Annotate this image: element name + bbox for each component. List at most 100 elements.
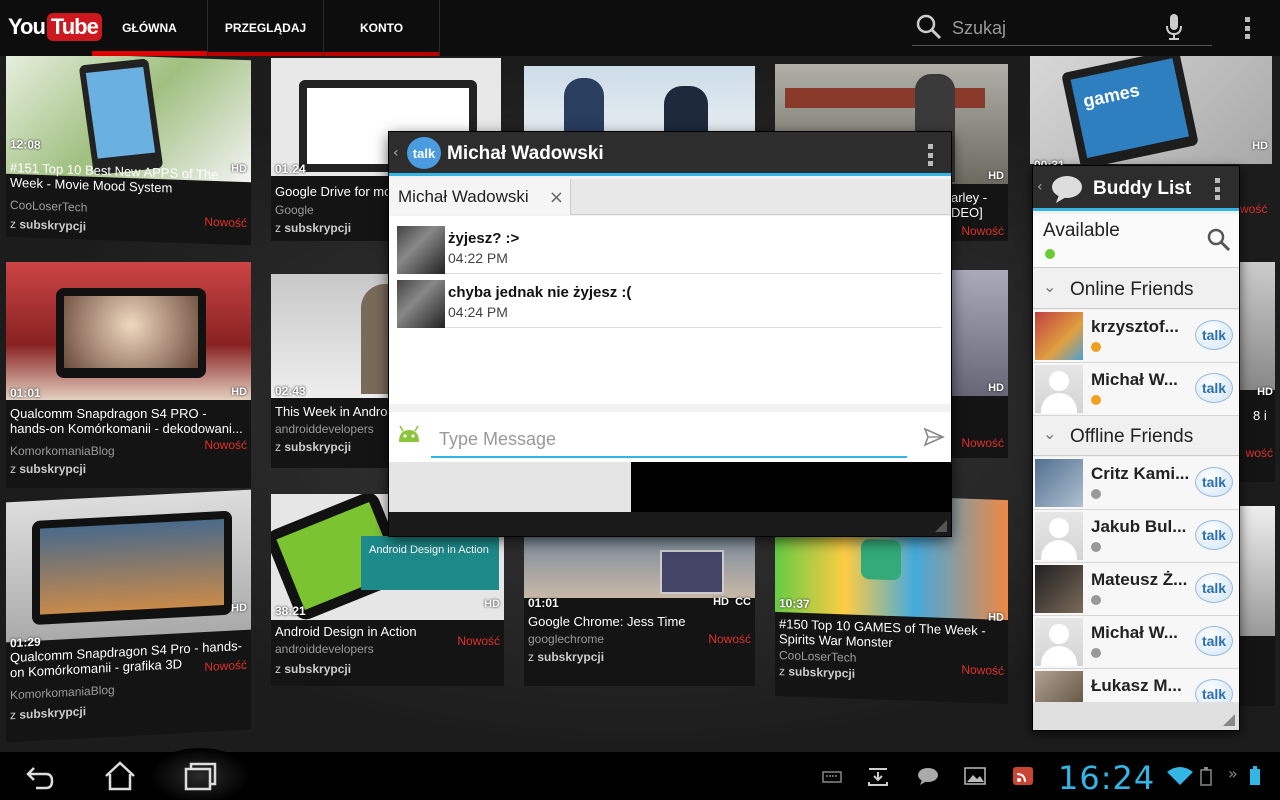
resize-handle-icon[interactable] bbox=[935, 520, 947, 532]
search-icon[interactable] bbox=[1205, 226, 1233, 254]
status-selector[interactable]: Available bbox=[1033, 214, 1239, 268]
video-card[interactable]: 01:01 HD Qualcomm Snapdragon S4 PRO - ha… bbox=[6, 262, 251, 488]
recent-apps-icon[interactable] bbox=[180, 758, 220, 794]
friend-row[interactable]: Michał W... talk bbox=[1033, 363, 1239, 416]
new-badge: Nowość bbox=[204, 214, 247, 231]
talk-button[interactable]: talk bbox=[1195, 373, 1233, 403]
gallery-icon[interactable] bbox=[964, 766, 986, 786]
sender-avatar bbox=[397, 226, 445, 274]
back-chevron-icon[interactable]: ‹ bbox=[393, 145, 399, 161]
friend-name: Łukasz M... bbox=[1091, 676, 1182, 695]
video-card[interactable]: 01:29 HD Qualcomm Snapdragon S4 Pro - ha… bbox=[6, 489, 251, 743]
friend-name: Michał W... bbox=[1091, 370, 1178, 389]
youtube-logo[interactable]: You Tube bbox=[8, 10, 102, 44]
video-card[interactable]: 12:08 HD #151 Top 10 Best New APPS of Th… bbox=[6, 56, 251, 246]
send-icon[interactable] bbox=[923, 426, 945, 448]
friend-name: Jakub Bul... bbox=[1091, 517, 1187, 536]
friend-row[interactable]: krzysztof... talk bbox=[1033, 310, 1239, 363]
message-input[interactable] bbox=[431, 422, 907, 458]
hd-badge: HD bbox=[231, 386, 247, 398]
chat-tab[interactable]: Michał Wadowski × bbox=[389, 179, 571, 215]
subscription-label: subskrypcji bbox=[284, 440, 352, 454]
chat-bottom-panel bbox=[389, 462, 631, 512]
sub-prefix: z bbox=[10, 462, 16, 476]
section-label: Online Friends bbox=[1070, 279, 1194, 300]
subscription-label: subskrypcji bbox=[19, 217, 87, 234]
wifi-icon[interactable] bbox=[1166, 766, 1194, 786]
friend-row[interactable]: Jakub Bul... talk bbox=[1033, 510, 1239, 563]
default-avatar-icon bbox=[1035, 618, 1083, 666]
offline-status-icon bbox=[1091, 489, 1101, 499]
friend-name: Michał W... bbox=[1091, 623, 1178, 642]
tab-account[interactable]: KONTO bbox=[324, 0, 440, 56]
friend-name: Mateusz Ż... bbox=[1091, 570, 1188, 589]
talk-button[interactable]: talk bbox=[1195, 573, 1233, 603]
subscription-label: subskrypcji bbox=[19, 704, 87, 722]
video-card[interactable]: HD 8 i wość bbox=[1239, 262, 1275, 482]
offline-friends-header[interactable]: ⌄ Offline Friends bbox=[1033, 416, 1239, 456]
new-badge: Nowość bbox=[961, 436, 1004, 450]
youtube-action-bar: You Tube GŁÓWNA PRZEGLĄDAJ KONTO bbox=[0, 0, 1280, 56]
talk-button[interactable]: talk bbox=[1195, 467, 1233, 497]
back-icon[interactable] bbox=[20, 758, 60, 794]
friend-name: krzysztof... bbox=[1091, 317, 1179, 336]
friend-row[interactable]: Critz Kami... talk bbox=[1033, 457, 1239, 510]
video-card[interactable] bbox=[524, 66, 755, 136]
overflow-menu-icon[interactable] bbox=[1245, 17, 1251, 39]
talk-button[interactable]: talk bbox=[1195, 626, 1233, 656]
new-badge: wość bbox=[1245, 446, 1273, 460]
home-icon[interactable] bbox=[100, 758, 140, 794]
rss-icon[interactable] bbox=[1012, 766, 1034, 786]
offline-status-icon bbox=[1091, 648, 1101, 658]
video-channel: CooLoserTech bbox=[779, 648, 857, 665]
talk-button[interactable]: talk bbox=[1195, 520, 1233, 550]
system-clock[interactable]: 16:24 bbox=[1058, 759, 1155, 797]
online-friends-header[interactable]: ⌄ Online Friends bbox=[1033, 269, 1239, 309]
video-card[interactable]: 01:01 HD CC Google Chrome: Jess Time goo… bbox=[524, 536, 755, 686]
tab-home[interactable]: GŁÓWNA bbox=[92, 0, 208, 56]
hd-badge: HD bbox=[1257, 386, 1273, 398]
chat-overflow-menu-icon[interactable] bbox=[928, 144, 934, 166]
video-card[interactable]: HD Nowość bbox=[951, 270, 1008, 458]
chat-bubble-icon bbox=[1052, 176, 1082, 203]
back-chevron-icon[interactable]: ‹ bbox=[1037, 179, 1043, 195]
new-badge: Nowość bbox=[204, 657, 247, 675]
talk-button[interactable]: talk bbox=[1195, 320, 1233, 350]
search-icon[interactable] bbox=[914, 12, 944, 42]
video-channel: Google bbox=[275, 203, 314, 217]
friend-row[interactable]: Mateusz Ż... talk bbox=[1033, 563, 1239, 616]
sub-prefix: z bbox=[779, 664, 785, 679]
download-icon[interactable] bbox=[866, 766, 890, 786]
talk-logo-icon: talk bbox=[407, 137, 441, 169]
offline-status-icon bbox=[1091, 595, 1101, 605]
new-badge: Nowość bbox=[204, 438, 247, 452]
microphone-icon[interactable] bbox=[1164, 12, 1184, 42]
video-card[interactable] bbox=[1239, 506, 1275, 706]
away-status-icon bbox=[1091, 342, 1101, 352]
close-tab-icon[interactable]: × bbox=[549, 187, 564, 208]
subscription-label: subskrypcji bbox=[284, 662, 352, 676]
keyboard-icon[interactable] bbox=[822, 766, 842, 786]
chevron-down-icon: ⌄ bbox=[1043, 277, 1057, 296]
video-duration: 01:24 bbox=[275, 162, 306, 176]
video-title: Google Chrome: Jess Time bbox=[528, 614, 686, 629]
video-title: 8 i bbox=[1253, 408, 1267, 423]
new-badge: Nowość bbox=[961, 662, 1004, 678]
talk-notification-icon[interactable] bbox=[916, 766, 940, 786]
video-title: Qualcomm Snapdragon S4 PRO - hands-on Ko… bbox=[10, 406, 243, 436]
friend-avatar bbox=[1035, 312, 1083, 360]
sub-prefix: z bbox=[275, 440, 281, 454]
buddy-overflow-menu-icon[interactable] bbox=[1215, 178, 1221, 200]
video-card[interactable]: games 00:31 HD bbox=[1030, 56, 1272, 172]
battery-saver-icon[interactable] bbox=[1198, 766, 1214, 786]
resize-handle-icon[interactable] bbox=[1223, 714, 1235, 726]
search-input[interactable] bbox=[952, 14, 1152, 42]
friend-name: Critz Kami... bbox=[1091, 464, 1190, 483]
tab-browse[interactable]: PRZEGLĄDAJ bbox=[208, 0, 324, 56]
expand-notifications-icon[interactable]: » bbox=[1228, 764, 1238, 783]
new-badge: wość bbox=[1240, 202, 1268, 216]
battery-icon[interactable] bbox=[1248, 766, 1262, 786]
video-title: arley - DEO] bbox=[951, 190, 988, 220]
sub-prefix: z bbox=[275, 662, 281, 676]
friend-row[interactable]: Michał W... talk bbox=[1033, 616, 1239, 669]
